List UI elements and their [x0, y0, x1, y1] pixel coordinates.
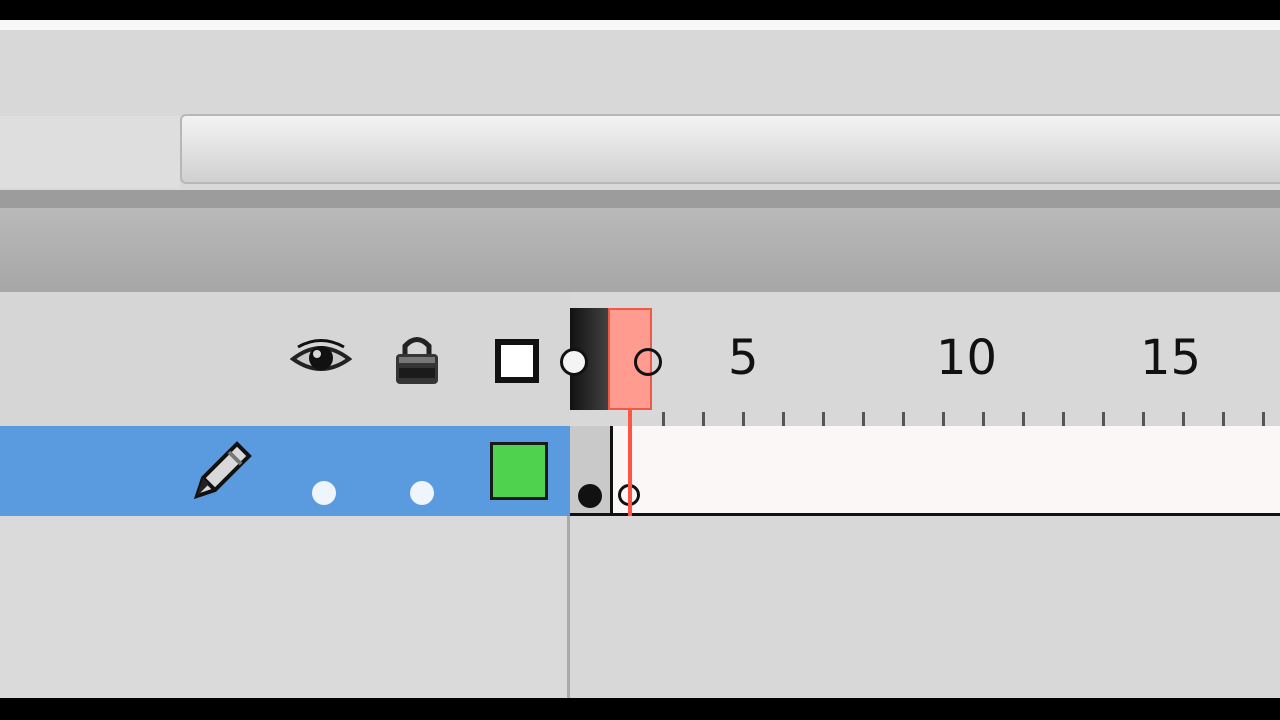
keyframe-cell[interactable] [570, 426, 613, 513]
panel-divider [0, 190, 1280, 208]
frame-label-15: 15 [1140, 330, 1202, 386]
toolbar-area [0, 30, 1280, 116]
outline-icon[interactable] [490, 334, 548, 392]
ruler-tick [1222, 412, 1225, 426]
eye-icon[interactable] [289, 335, 353, 381]
ruler-tick [982, 412, 985, 426]
layer-row[interactable] [0, 426, 570, 516]
ruler-tick [942, 412, 945, 426]
ruler-tick [822, 412, 825, 426]
ruler-tick [742, 412, 745, 426]
timeline-title-bar [0, 208, 1280, 292]
lock-icon[interactable] [390, 332, 444, 386]
frame-ruler[interactable]: 5 10 15 [560, 292, 1280, 426]
flash-timeline-view: 5 10 15 [0, 20, 1280, 698]
layer-list-empty-area [0, 516, 570, 698]
onion-skin-left-circle-icon[interactable] [560, 348, 588, 376]
layer-header [0, 292, 570, 426]
ruler-tick [1262, 412, 1265, 426]
ruler-tick [1062, 412, 1065, 426]
ruler-tick [902, 412, 905, 426]
ruler-tick [1102, 412, 1105, 426]
frame-grid-empty-area [570, 516, 1280, 698]
onion-skin-right-circle-icon[interactable] [634, 348, 662, 376]
ruler-tick [1142, 412, 1145, 426]
frame-label-5: 5 [728, 330, 759, 386]
top-window-strip [0, 20, 1280, 30]
layer-outline-color-swatch[interactable] [490, 442, 548, 500]
lock-dot[interactable] [410, 481, 434, 505]
pencil-icon[interactable] [185, 436, 257, 508]
ruler-tick [862, 412, 865, 426]
layer-frame-track[interactable] [570, 426, 1280, 516]
outline-square [495, 339, 539, 383]
ruler-tick [782, 412, 785, 426]
keyframe-dot [578, 484, 602, 508]
ruler-tick [662, 412, 665, 426]
frame-label-10: 10 [936, 330, 998, 386]
edit-bar [180, 114, 1280, 184]
toolbar-left-panel [0, 116, 180, 188]
visibility-dot[interactable] [312, 481, 336, 505]
ruler-tick [1022, 412, 1025, 426]
ruler-tick [1182, 412, 1185, 426]
ruler-tick [702, 412, 705, 426]
